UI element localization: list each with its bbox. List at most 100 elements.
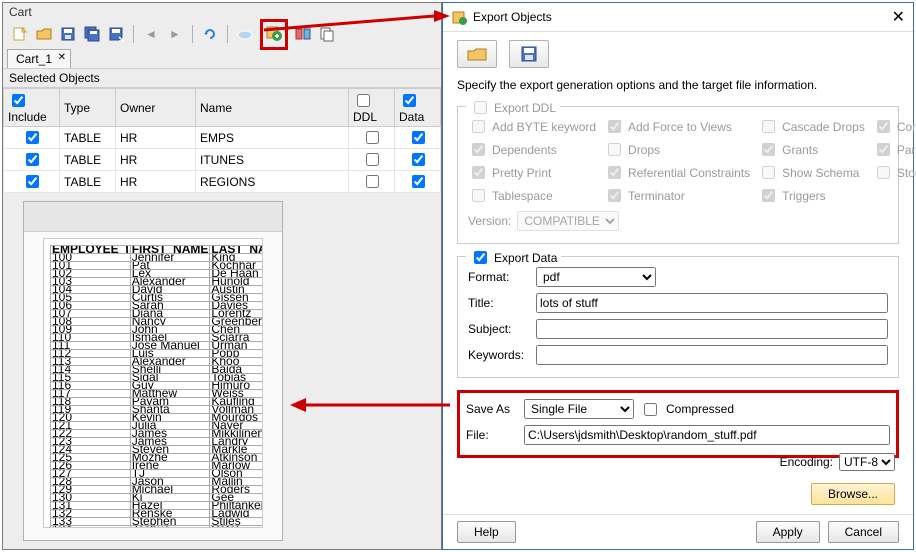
- refresh-icon[interactable]: [201, 25, 219, 43]
- encoding-select[interactable]: UTF-8: [839, 453, 895, 471]
- dialog-close-icon[interactable]: ✕: [892, 7, 905, 27]
- file-input[interactable]: [524, 425, 890, 445]
- opt-schema: [762, 166, 775, 179]
- export-ddl-legend: Export DDL: [494, 101, 556, 115]
- col-owner[interactable]: Owner: [116, 89, 196, 127]
- col-ddl: DDL: [353, 110, 377, 124]
- export-button-highlight: [260, 19, 288, 50]
- col-data: Data: [399, 110, 424, 124]
- tab-bar: Cart_1 ✕: [3, 49, 441, 68]
- format-select[interactable]: pdf: [536, 267, 656, 287]
- title-label: Title:: [468, 296, 530, 310]
- version-select: COMPATIBLE: [517, 211, 619, 231]
- save-highlight-area: Save As Single File Compressed File:: [457, 390, 899, 458]
- row-name: ITUNES: [196, 149, 349, 171]
- data-all-checkbox[interactable]: [403, 94, 416, 107]
- dialog-description: Specify the export generation options an…: [457, 78, 899, 92]
- save-icon[interactable]: [59, 25, 77, 43]
- close-tab-icon[interactable]: ✕: [58, 52, 66, 63]
- cart-panel: Cart ◄ ► Cart_1 ✕ Selected Objects Inclu…: [2, 2, 442, 550]
- opt-force: [608, 120, 621, 133]
- row-name: REGIONS: [196, 171, 349, 193]
- row-include-checkbox[interactable]: [26, 175, 39, 188]
- row-owner: HR: [116, 149, 196, 171]
- row-type: TABLE: [60, 149, 116, 171]
- include-all-checkbox[interactable]: [12, 94, 25, 107]
- row-name: EMPS: [196, 127, 349, 149]
- cloud-icon[interactable]: [236, 25, 254, 43]
- row-data-checkbox[interactable]: [412, 131, 425, 144]
- toolbar-separator: [227, 25, 228, 43]
- dialog-titlebar: Export Objects ✕: [443, 3, 913, 32]
- opt-constraints: [877, 120, 890, 133]
- row-data-checkbox[interactable]: [412, 153, 425, 166]
- export-icon[interactable]: [265, 24, 283, 42]
- open-icon[interactable]: [35, 25, 53, 43]
- preview-table: EMPLOYEE_IFIRST_NAMELAST_NAME100Jennifer…: [50, 245, 263, 528]
- format-label: Format:: [468, 270, 530, 284]
- row-include-checkbox[interactable]: [26, 153, 39, 166]
- file-label: File:: [466, 428, 518, 442]
- row-ddl-checkbox[interactable]: [366, 153, 379, 166]
- preview-chrome: [24, 202, 282, 232]
- new-icon[interactable]: [11, 25, 29, 43]
- compressed-checkbox[interactable]: [644, 403, 657, 416]
- section-label: Selected Objects: [3, 68, 441, 88]
- opt-ref: [608, 166, 621, 179]
- cart-tab[interactable]: Cart_1 ✕: [7, 49, 71, 68]
- help-button[interactable]: Help: [457, 521, 516, 543]
- opt-grants: [762, 143, 775, 156]
- encoding-label: Encoding:: [780, 455, 833, 469]
- copy-icon[interactable]: [318, 25, 336, 43]
- subject-input[interactable]: [536, 319, 888, 339]
- objects-table: Include Type Owner Name DDL Data TABLE H…: [3, 88, 441, 193]
- saveas-select[interactable]: Single File: [524, 399, 634, 419]
- opt-pretty: [472, 166, 485, 179]
- row-include-checkbox[interactable]: [26, 131, 39, 144]
- table-row[interactable]: TABLE HR EMPS: [4, 127, 441, 149]
- ddl-all-checkbox[interactable]: [357, 94, 370, 107]
- compressed-label: Compressed: [666, 402, 734, 416]
- version-label: Version:: [468, 214, 511, 228]
- table-row[interactable]: TABLE HR REGIONS: [4, 171, 441, 193]
- col-name[interactable]: Name: [196, 89, 349, 127]
- forward-icon[interactable]: ►: [166, 25, 184, 43]
- row-ddl-checkbox[interactable]: [366, 131, 379, 144]
- saveas-label: Save As: [466, 402, 518, 416]
- col-type[interactable]: Type: [60, 89, 116, 127]
- dialog-title: Export Objects: [473, 10, 552, 24]
- save-config-button[interactable]: [509, 40, 549, 68]
- subject-label: Subject:: [468, 322, 530, 336]
- export-ddl-checkbox: [474, 101, 487, 114]
- row-data-checkbox[interactable]: [412, 175, 425, 188]
- cart-toolbar: ◄ ►: [3, 19, 441, 49]
- keywords-input[interactable]: [536, 345, 888, 365]
- tab-label: Cart_1: [16, 52, 52, 66]
- opt-storage: [877, 166, 890, 179]
- export-data-checkbox[interactable]: [474, 251, 487, 264]
- export-data-fieldset: Export Data Format:pdf Title: Subject: K…: [457, 256, 899, 378]
- row-owner: HR: [116, 171, 196, 193]
- browse-button[interactable]: Browse...: [811, 483, 895, 505]
- row-ddl-checkbox[interactable]: [366, 175, 379, 188]
- title-input[interactable]: [536, 293, 888, 313]
- opt-terminator: [608, 189, 621, 202]
- toolbar-separator: [133, 25, 134, 43]
- opt-byte: [472, 120, 485, 133]
- saveas-icon[interactable]: [107, 25, 125, 43]
- apply-button[interactable]: Apply: [756, 521, 820, 543]
- back-icon[interactable]: ◄: [142, 25, 160, 43]
- save-all-icon[interactable]: [83, 25, 101, 43]
- export-ddl-fieldset: Export DDL Add BYTE keyword Add Force to…: [457, 106, 899, 244]
- compare-icon[interactable]: [294, 25, 312, 43]
- opt-drops: [608, 143, 621, 156]
- pdf-preview: EMPLOYEE_IFIRST_NAMELAST_NAME100Jennifer…: [23, 201, 283, 541]
- opt-partitioning: [877, 143, 890, 156]
- cancel-button[interactable]: Cancel: [828, 521, 899, 543]
- preview-page: EMPLOYEE_IFIRST_NAMELAST_NAME100Jennifer…: [43, 238, 263, 528]
- cart-title: Cart: [3, 3, 441, 19]
- export-data-legend: Export Data: [494, 251, 557, 265]
- table-row[interactable]: TABLE HR ITUNES: [4, 149, 441, 171]
- row-owner: HR: [116, 127, 196, 149]
- open-config-button[interactable]: [457, 40, 497, 68]
